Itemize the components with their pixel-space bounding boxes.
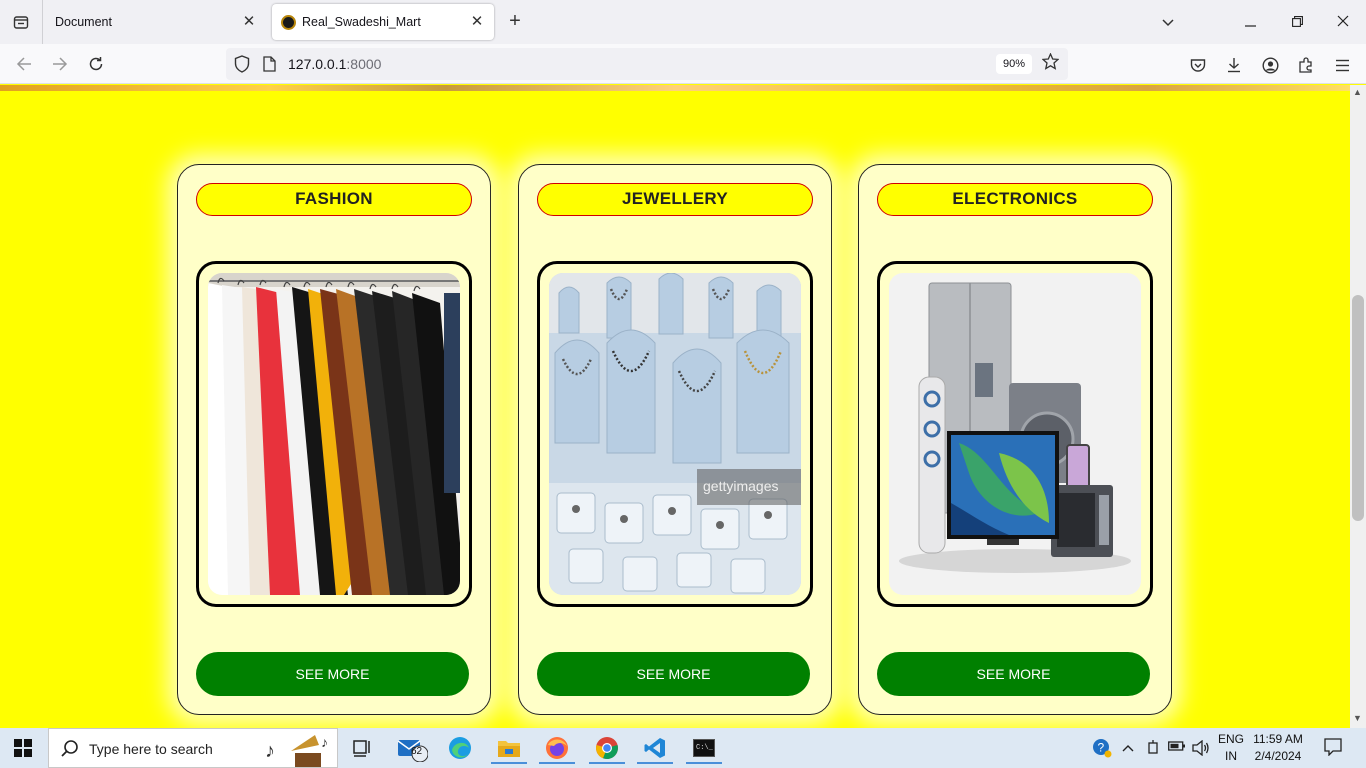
search-icon xyxy=(61,739,79,762)
tab-title: Real_Swadeshi_Mart xyxy=(302,15,421,29)
windows-taskbar: Type here to search ♪ ♪ 62 C:\_ ? ENG IN… xyxy=(0,728,1366,768)
scroll-down-arrow-icon[interactable]: ▼ xyxy=(1353,713,1362,723)
see-more-button[interactable]: SEE MORE xyxy=(877,652,1150,696)
navigation-bar: 127.0.0.1:8000 90% xyxy=(0,44,1366,84)
tab-list-icon xyxy=(13,16,29,29)
clock-time: 11:59 AM xyxy=(1253,732,1303,746)
file-explorer-icon[interactable] xyxy=(491,732,527,764)
tab-real-swadeshi-mart[interactable]: Real_Swadeshi_Mart ✕ xyxy=(272,4,494,40)
active-app-indicator xyxy=(539,762,575,764)
jewellery-display-image[interactable]: gettyimages xyxy=(549,273,801,595)
tab-bar: Document ✕ Real_Swadeshi_Mart ✕ + xyxy=(0,0,1366,44)
category-image-frame: gettyimages xyxy=(537,261,813,607)
tab-document[interactable]: Document ✕ xyxy=(44,4,266,40)
back-arrow-icon[interactable] xyxy=(12,52,36,76)
taskbar-search-box[interactable]: Type here to search ♪ ♪ xyxy=(48,728,338,768)
category-card-fashion: FASHION SEE MORE xyxy=(177,164,491,715)
tab-list-button[interactable] xyxy=(8,10,34,34)
terminal-icon[interactable]: C:\_ xyxy=(686,732,722,764)
restore-icon[interactable] xyxy=(1285,10,1309,34)
category-title: ELECTRONICS xyxy=(877,183,1153,216)
active-app-indicator xyxy=(637,762,673,764)
region-code: IN xyxy=(1225,749,1237,763)
clock-date: 2/4/2024 xyxy=(1254,749,1302,763)
see-more-button[interactable]: SEE MORE xyxy=(196,652,469,696)
category-card-jewellery: JEWELLERY gettyimages SEE MORE xyxy=(518,164,832,715)
edge-browser-icon[interactable] xyxy=(442,732,478,764)
url-host: 127.0.0.1 xyxy=(288,56,347,72)
active-app-indicator xyxy=(686,762,722,764)
bookmark-star-icon[interactable] xyxy=(1041,52,1060,75)
extensions-icon[interactable] xyxy=(1295,54,1317,76)
svg-text:♪: ♪ xyxy=(265,740,275,762)
account-icon[interactable] xyxy=(1259,54,1281,76)
active-app-indicator xyxy=(589,762,625,764)
category-title: JEWELLERY xyxy=(537,183,813,216)
category-image-frame xyxy=(196,261,472,607)
mail-icon[interactable]: 62 xyxy=(394,732,430,764)
active-app-indicator xyxy=(491,762,527,764)
svg-text:gettyimages: gettyimages xyxy=(703,478,778,494)
downloads-icon[interactable] xyxy=(1223,54,1245,76)
notification-center-icon[interactable] xyxy=(1324,738,1342,759)
svg-text:C:\_: C:\_ xyxy=(696,744,714,752)
usb-device-icon[interactable] xyxy=(1146,740,1160,759)
banner-image-edge xyxy=(0,85,1350,91)
scrollbar-thumb[interactable] xyxy=(1352,295,1364,521)
language-code: ENG xyxy=(1217,732,1244,746)
chrome-icon[interactable] xyxy=(589,732,625,764)
volume-icon[interactable] xyxy=(1192,739,1210,759)
page-info-icon[interactable] xyxy=(262,56,276,77)
fashion-clothes-image[interactable] xyxy=(208,273,460,595)
zoom-level-badge[interactable]: 90% xyxy=(996,54,1032,74)
taskbar-clock[interactable]: 11:59 AM 2/4/2024 xyxy=(1248,731,1308,765)
forward-arrow-icon[interactable] xyxy=(48,52,72,76)
show-hidden-icons-chevron-icon[interactable] xyxy=(1122,740,1134,755)
tracking-shield-icon[interactable] xyxy=(234,55,250,78)
vscode-icon[interactable] xyxy=(637,732,673,764)
search-placeholder: Type here to search xyxy=(89,741,213,757)
reload-icon[interactable] xyxy=(84,52,108,76)
input-language-indicator[interactable]: ENG IN xyxy=(1214,731,1248,765)
category-title: FASHION xyxy=(196,183,472,216)
battery-icon[interactable] xyxy=(1168,740,1186,755)
url-port: :8000 xyxy=(346,56,382,72)
page-scrollbar[interactable]: ▲ ▼ xyxy=(1350,85,1366,728)
tab-title: Document xyxy=(55,15,112,29)
category-card-electronics: ELECTRONICS SEE MORE xyxy=(858,164,1172,715)
electronics-appliances-image[interactable] xyxy=(889,273,1141,595)
task-view-icon[interactable] xyxy=(344,732,380,764)
tab-separator xyxy=(42,0,43,44)
close-tab-icon[interactable]: ✕ xyxy=(240,13,258,31)
svg-text:♪: ♪ xyxy=(321,734,328,750)
svg-text:?: ? xyxy=(1098,741,1105,755)
close-tab-icon[interactable]: ✕ xyxy=(468,13,486,31)
help-tray-icon[interactable]: ? xyxy=(1092,738,1112,761)
category-image-frame xyxy=(877,261,1153,607)
menu-hamburger-icon[interactable] xyxy=(1331,54,1353,76)
mail-unread-count: 62 xyxy=(411,746,423,757)
close-window-icon[interactable] xyxy=(1331,10,1355,34)
page-viewport: FASHION SEE MORE JEWELLERY gettyimages S… xyxy=(0,85,1350,728)
see-more-button[interactable]: SEE MORE xyxy=(537,652,810,696)
windows-start-icon[interactable] xyxy=(14,739,32,762)
pocket-icon[interactable] xyxy=(1187,54,1209,76)
site-favicon-icon xyxy=(281,15,296,30)
scroll-up-arrow-icon[interactable]: ▲ xyxy=(1353,87,1362,97)
address-bar[interactable]: 127.0.0.1:8000 90% xyxy=(226,48,1068,80)
url-text: 127.0.0.1:8000 xyxy=(288,56,381,72)
firefox-icon[interactable] xyxy=(539,732,575,764)
minimize-icon[interactable] xyxy=(1238,10,1262,34)
new-tab-icon[interactable]: + xyxy=(504,10,526,32)
gramophone-search-highlight-icon: ♪ ♪ xyxy=(265,731,335,768)
list-all-tabs-icon[interactable] xyxy=(1156,10,1180,34)
